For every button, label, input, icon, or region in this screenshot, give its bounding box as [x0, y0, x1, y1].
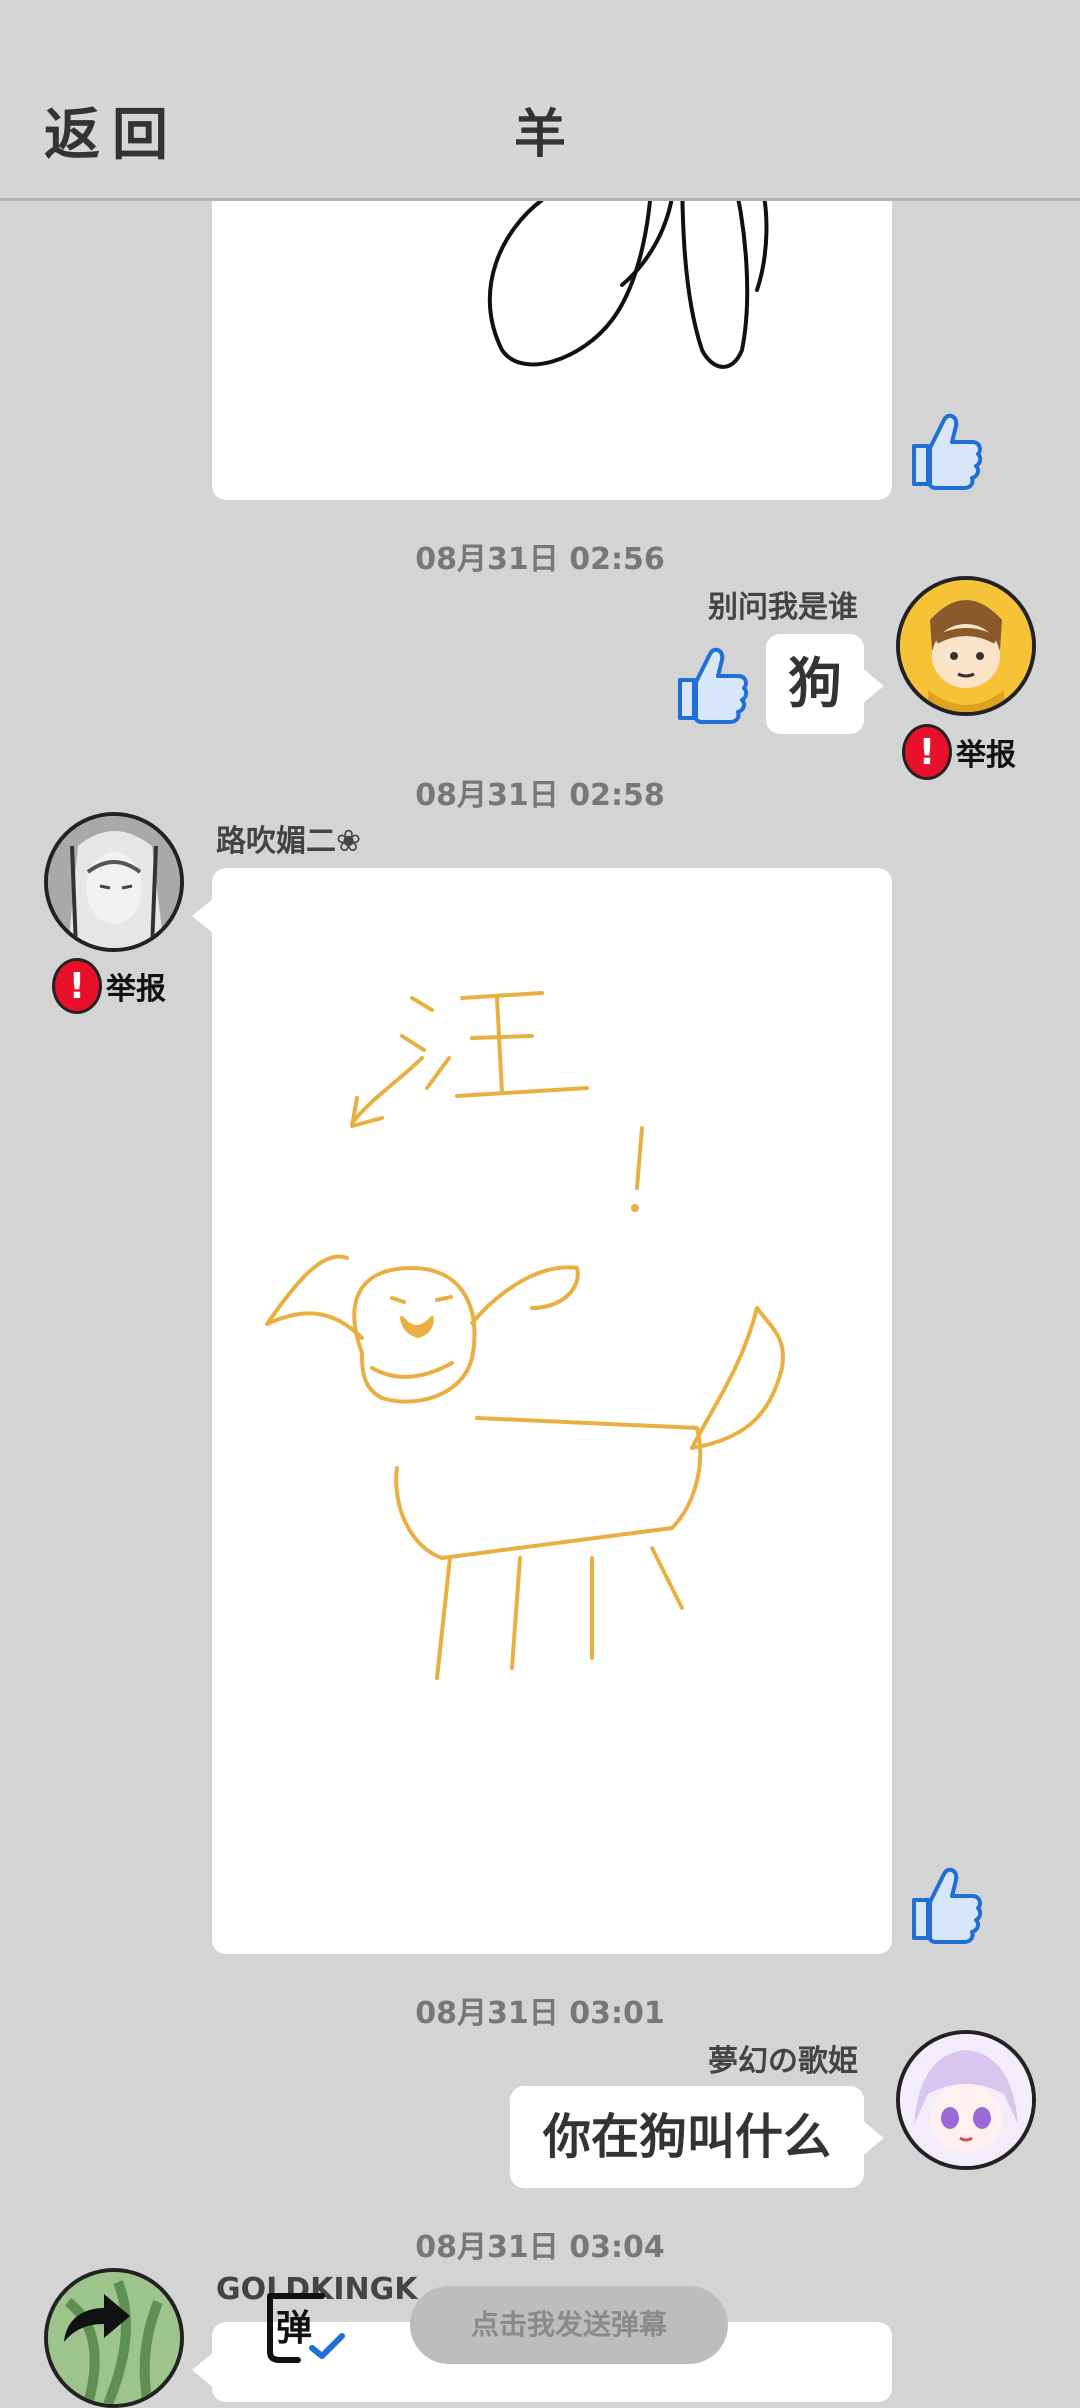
message-bubble[interactable]: 你在狗叫什么 — [510, 2086, 884, 2188]
message-username: 路吹媚二❀ — [216, 824, 362, 859]
drawing-card[interactable] — [192, 868, 892, 1954]
avatar-image — [900, 580, 1032, 712]
message-timestamp: 08月31日 03:01 — [415, 1996, 665, 2031]
danmaku-input[interactable]: 点击我发送弹幕 — [410, 2286, 728, 2364]
message-username: 夢幻の歌姫 — [708, 2044, 858, 2079]
avatar[interactable] — [896, 2030, 1036, 2170]
avatar-image — [48, 816, 180, 948]
report-button[interactable]: ! 举报 — [52, 958, 166, 1014]
top-bar: 返回 羊 — [0, 0, 1080, 201]
message-text: 你在狗叫什么 — [542, 2109, 831, 2165]
message-timestamp: 08月31日 02:56 — [415, 542, 665, 577]
exclamation-icon: ! — [52, 958, 102, 1014]
message-bubble[interactable]: 狗 — [766, 634, 884, 734]
message-timestamp: 08月31日 03:04 — [415, 2230, 665, 2265]
message-text: 狗 — [788, 652, 842, 715]
message-username: 别问我是谁 — [708, 590, 858, 625]
share-icon[interactable] — [56, 2282, 136, 2352]
sheep-drawing — [487, 138, 769, 369]
avatar[interactable] — [896, 576, 1036, 716]
page-title: 羊 — [513, 105, 566, 165]
danmaku-icon-label: 弹 — [276, 2308, 312, 2349]
dog-drawing — [265, 991, 785, 1680]
like-icon[interactable] — [906, 1860, 984, 1946]
like-icon[interactable] — [906, 406, 984, 492]
drawing-card-previous[interactable] — [212, 138, 892, 500]
avatar-image — [900, 2034, 1032, 2166]
message-timestamp: 08月31日 02:58 — [415, 778, 665, 813]
danmaku-toggle-icon[interactable]: 弹 — [262, 2290, 346, 2364]
avatar[interactable] — [44, 812, 184, 952]
like-icon[interactable] — [672, 640, 750, 726]
